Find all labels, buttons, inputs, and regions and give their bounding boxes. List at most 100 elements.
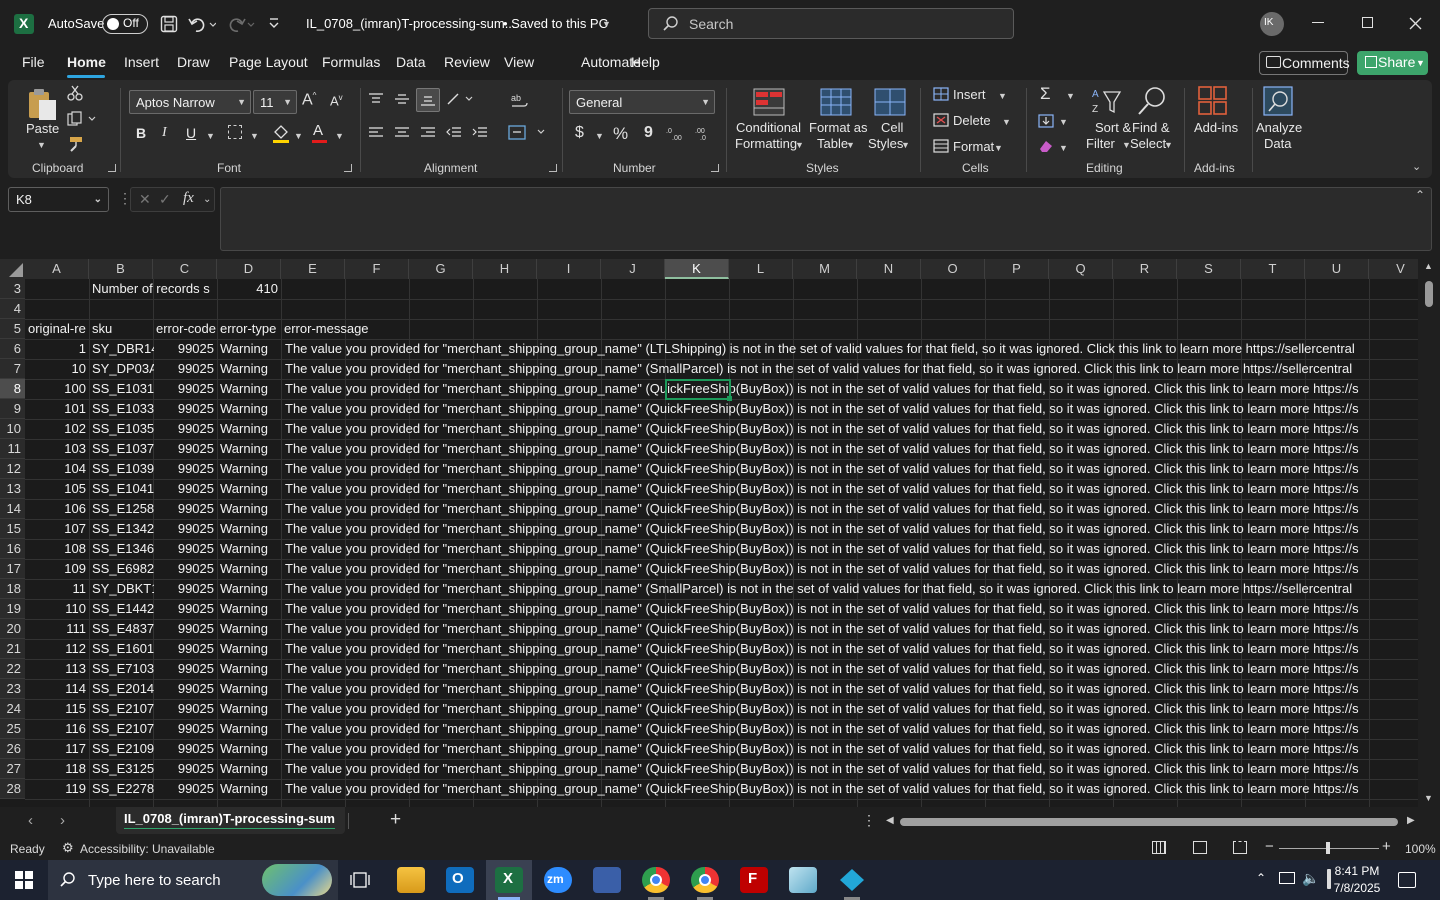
cell-sku[interactable]: SS_E13469 (90, 539, 154, 559)
cell-error-code[interactable]: 99025 (154, 599, 218, 619)
menu-data[interactable]: Data (396, 54, 426, 70)
excel-taskbar-icon[interactable]: X (495, 867, 523, 893)
cell-error-type[interactable]: Warning (218, 579, 282, 599)
cell-styles-label-2[interactable]: Styles (868, 136, 903, 152)
comments-button[interactable]: Comments (1259, 51, 1350, 75)
analyze-data-icon[interactable] (1263, 86, 1293, 116)
row-header[interactable]: 24 (0, 699, 25, 719)
chevron-down-icon[interactable]: ▼ (206, 131, 215, 141)
decrease-indent-icon[interactable] (446, 126, 462, 140)
menu-file[interactable]: File (22, 54, 45, 70)
restore-icon[interactable] (1362, 17, 1373, 28)
row-header[interactable]: 15 (0, 519, 25, 539)
cell-sku[interactable]: SS_E10393 (90, 459, 154, 479)
chevron-down-icon[interactable]: ▼ (595, 131, 604, 141)
horizontal-scroll-thumb[interactable] (900, 818, 1398, 826)
chrome-profile-icon[interactable] (691, 867, 719, 893)
chevron-down-icon[interactable]: ▼ (795, 140, 804, 150)
cell-sku[interactable]: SS_E21097 (90, 739, 154, 759)
column-header[interactable]: V (1369, 259, 1418, 279)
cell-error-type[interactable]: Warning (218, 519, 282, 539)
cell-error-type[interactable]: Warning (218, 439, 282, 459)
cell-error-message[interactable]: The value you provided for "merchant_shi… (282, 539, 1418, 559)
cell-error-code[interactable]: 99025 (154, 699, 218, 719)
chevron-down-icon[interactable]: ⌄ (203, 194, 211, 205)
column-header[interactable]: Q (1049, 259, 1113, 279)
increase-decimal-icon[interactable]: .0.00 (666, 125, 686, 141)
cell-sku[interactable]: SS_E14424 (90, 599, 154, 619)
cell-original-ref[interactable]: 106 (26, 499, 90, 519)
cell-error-message[interactable]: The value you provided for "merchant_shi… (282, 399, 1418, 419)
menu-formulas[interactable]: Formulas (322, 54, 380, 70)
borders-icon[interactable] (228, 125, 242, 139)
cell-original-ref[interactable]: 105 (26, 479, 90, 499)
tab-options-icon[interactable]: ⋮ (862, 812, 876, 829)
align-left-icon[interactable] (368, 126, 384, 140)
cell-sku[interactable]: SS_E10373 (90, 439, 154, 459)
column-header[interactable]: C (153, 259, 217, 279)
cell-error-code[interactable]: 99025 (154, 419, 218, 439)
increase-font-icon[interactable]: A^ (302, 91, 316, 109)
redo-icon[interactable] (228, 15, 256, 33)
currency-icon[interactable]: $ (575, 124, 584, 142)
cell-error-code[interactable]: 99025 (154, 639, 218, 659)
menu-draw[interactable]: Draw (177, 54, 210, 70)
cell-sku[interactable]: SS_E31250 (90, 759, 154, 779)
cell-original-ref[interactable]: 102 (26, 419, 90, 439)
vertical-scroll-thumb[interactable] (1425, 281, 1433, 307)
cell-sku[interactable]: SY_DBR14 (90, 339, 154, 359)
header-cell-error-code[interactable]: error-code (154, 319, 218, 339)
cell-error-code[interactable]: 99025 (154, 339, 218, 359)
number-format-select[interactable]: General ▼ (569, 90, 715, 114)
chevron-down-icon[interactable]: ▼ (998, 91, 1007, 101)
header-cell-error-message[interactable]: error-message (282, 319, 482, 339)
format-as-table-label-1[interactable]: Format as (809, 120, 868, 136)
header-cell-original-ref[interactable]: original-re (26, 319, 90, 339)
column-header[interactable]: F (345, 259, 409, 279)
save-icon[interactable] (160, 15, 178, 33)
cell-error-message[interactable]: The value you provided for "merchant_shi… (282, 779, 1418, 799)
cell-original-ref[interactable]: 112 (26, 639, 90, 659)
conditional-formatting-label-1[interactable]: Conditional (736, 120, 801, 136)
name-box[interactable]: K8 ⌄ (8, 187, 109, 212)
cell-sku[interactable]: SY_DBKT1 (90, 579, 154, 599)
menu-review[interactable]: Review (444, 54, 490, 70)
cell-error-message[interactable]: The value you provided for "merchant_shi… (282, 419, 1418, 439)
page-layout-view-icon[interactable] (1193, 841, 1207, 854)
cell-sku[interactable]: SS_E22789 (90, 779, 154, 799)
cell-error-code[interactable]: 99025 (154, 679, 218, 699)
vscode-app-icon[interactable] (838, 867, 866, 893)
column-header[interactable]: O (921, 259, 985, 279)
customize-qat-icon[interactable] (268, 17, 280, 29)
paste-label[interactable]: Paste (26, 121, 59, 137)
row-header[interactable]: 3 (0, 279, 25, 299)
cell-sku[interactable]: SS_E10413 (90, 479, 154, 499)
cell-error-code[interactable]: 99025 (154, 499, 218, 519)
row-header[interactable]: 4 (0, 299, 25, 319)
row-header[interactable]: 8 (0, 379, 25, 399)
cell-error-type[interactable]: Warning (218, 359, 282, 379)
cell-original-ref[interactable]: 11 (26, 579, 90, 599)
chevron-down-icon[interactable]: ▼ (37, 140, 46, 150)
cell-error-type[interactable]: Warning (218, 559, 282, 579)
task-view-icon[interactable] (350, 871, 370, 889)
cell-error-code[interactable]: 99025 (154, 379, 218, 399)
cell-original-ref[interactable]: 116 (26, 719, 90, 739)
cell-sku[interactable]: SS_E69826 (90, 559, 154, 579)
cell-error-type[interactable]: Warning (218, 599, 282, 619)
cell-error-code[interactable]: 99025 (154, 779, 218, 799)
decrease-font-icon[interactable]: Av (330, 93, 343, 108)
cell-error-type[interactable]: Warning (218, 539, 282, 559)
analyze-data-label-1[interactable]: Analyze (1256, 120, 1302, 136)
cell-sku[interactable]: SS_E10335 (90, 399, 154, 419)
addins-icon[interactable] (1198, 86, 1228, 116)
summary-value-cell[interactable]: 410 (218, 279, 282, 299)
scroll-right-icon[interactable]: ▶ (1407, 815, 1415, 826)
column-header[interactable]: T (1241, 259, 1305, 279)
cell-error-code[interactable]: 99025 (154, 579, 218, 599)
conditional-formatting-icon[interactable] (753, 88, 785, 116)
chevron-down-icon[interactable]: ▼ (846, 140, 855, 150)
cancel-icon[interactable]: ✕ (139, 191, 151, 208)
align-right-icon[interactable] (420, 126, 436, 140)
cell-original-ref[interactable]: 119 (26, 779, 90, 799)
